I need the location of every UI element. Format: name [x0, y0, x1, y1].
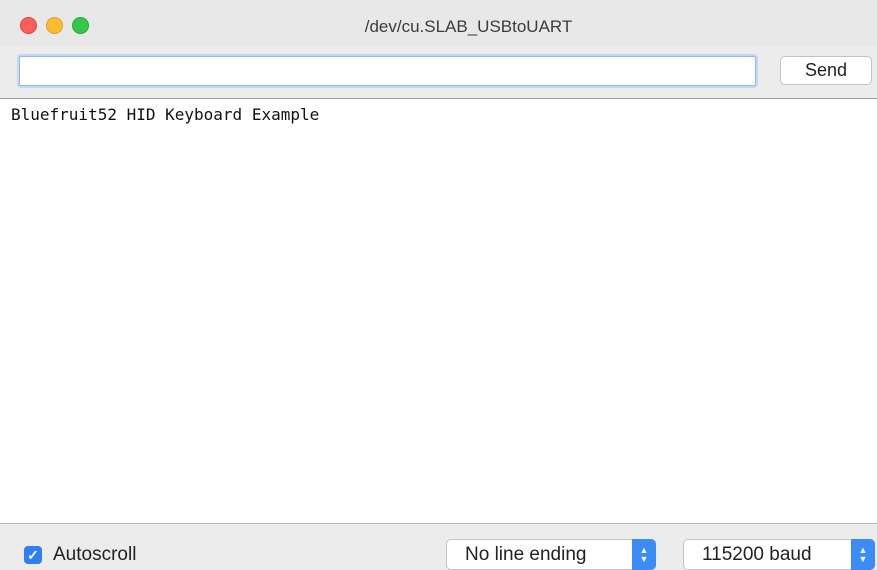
serial-monitor-window: /dev/cu.SLAB_USBtoUART Send Bluefruit52 … [0, 0, 877, 570]
bottom-bar: ✓ Autoscroll No line ending ▲ ▼ 115200 ba… [0, 523, 877, 570]
up-down-chevron-icon[interactable]: ▲ ▼ [851, 539, 875, 570]
window-title: /dev/cu.SLAB_USBtoUART [364, 17, 573, 36]
checkmark-icon: ✓ [27, 547, 39, 563]
baud-rate-value: 115200 baud [702, 544, 812, 565]
baud-rate-select[interactable]: 115200 baud ▲ ▼ [683, 539, 875, 570]
serial-output-area[interactable]: Bluefruit52 HID Keyboard Example [0, 99, 877, 523]
serial-send-input[interactable] [19, 56, 756, 86]
serial-output-text: Bluefruit52 HID Keyboard Example [11, 105, 320, 124]
autoscroll-toggle[interactable]: ✓ Autoscroll [24, 544, 136, 566]
title-bar[interactable]: /dev/cu.SLAB_USBtoUART [0, 0, 877, 46]
line-ending-select[interactable]: No line ending ▲ ▼ [446, 539, 656, 570]
up-down-chevron-icon[interactable]: ▲ ▼ [632, 539, 656, 570]
send-button[interactable]: Send [780, 56, 872, 85]
line-ending-value: No line ending [465, 544, 587, 565]
autoscroll-checkbox[interactable]: ✓ [24, 546, 42, 564]
autoscroll-label: Autoscroll [53, 544, 137, 565]
send-toolbar: Send [0, 46, 877, 99]
